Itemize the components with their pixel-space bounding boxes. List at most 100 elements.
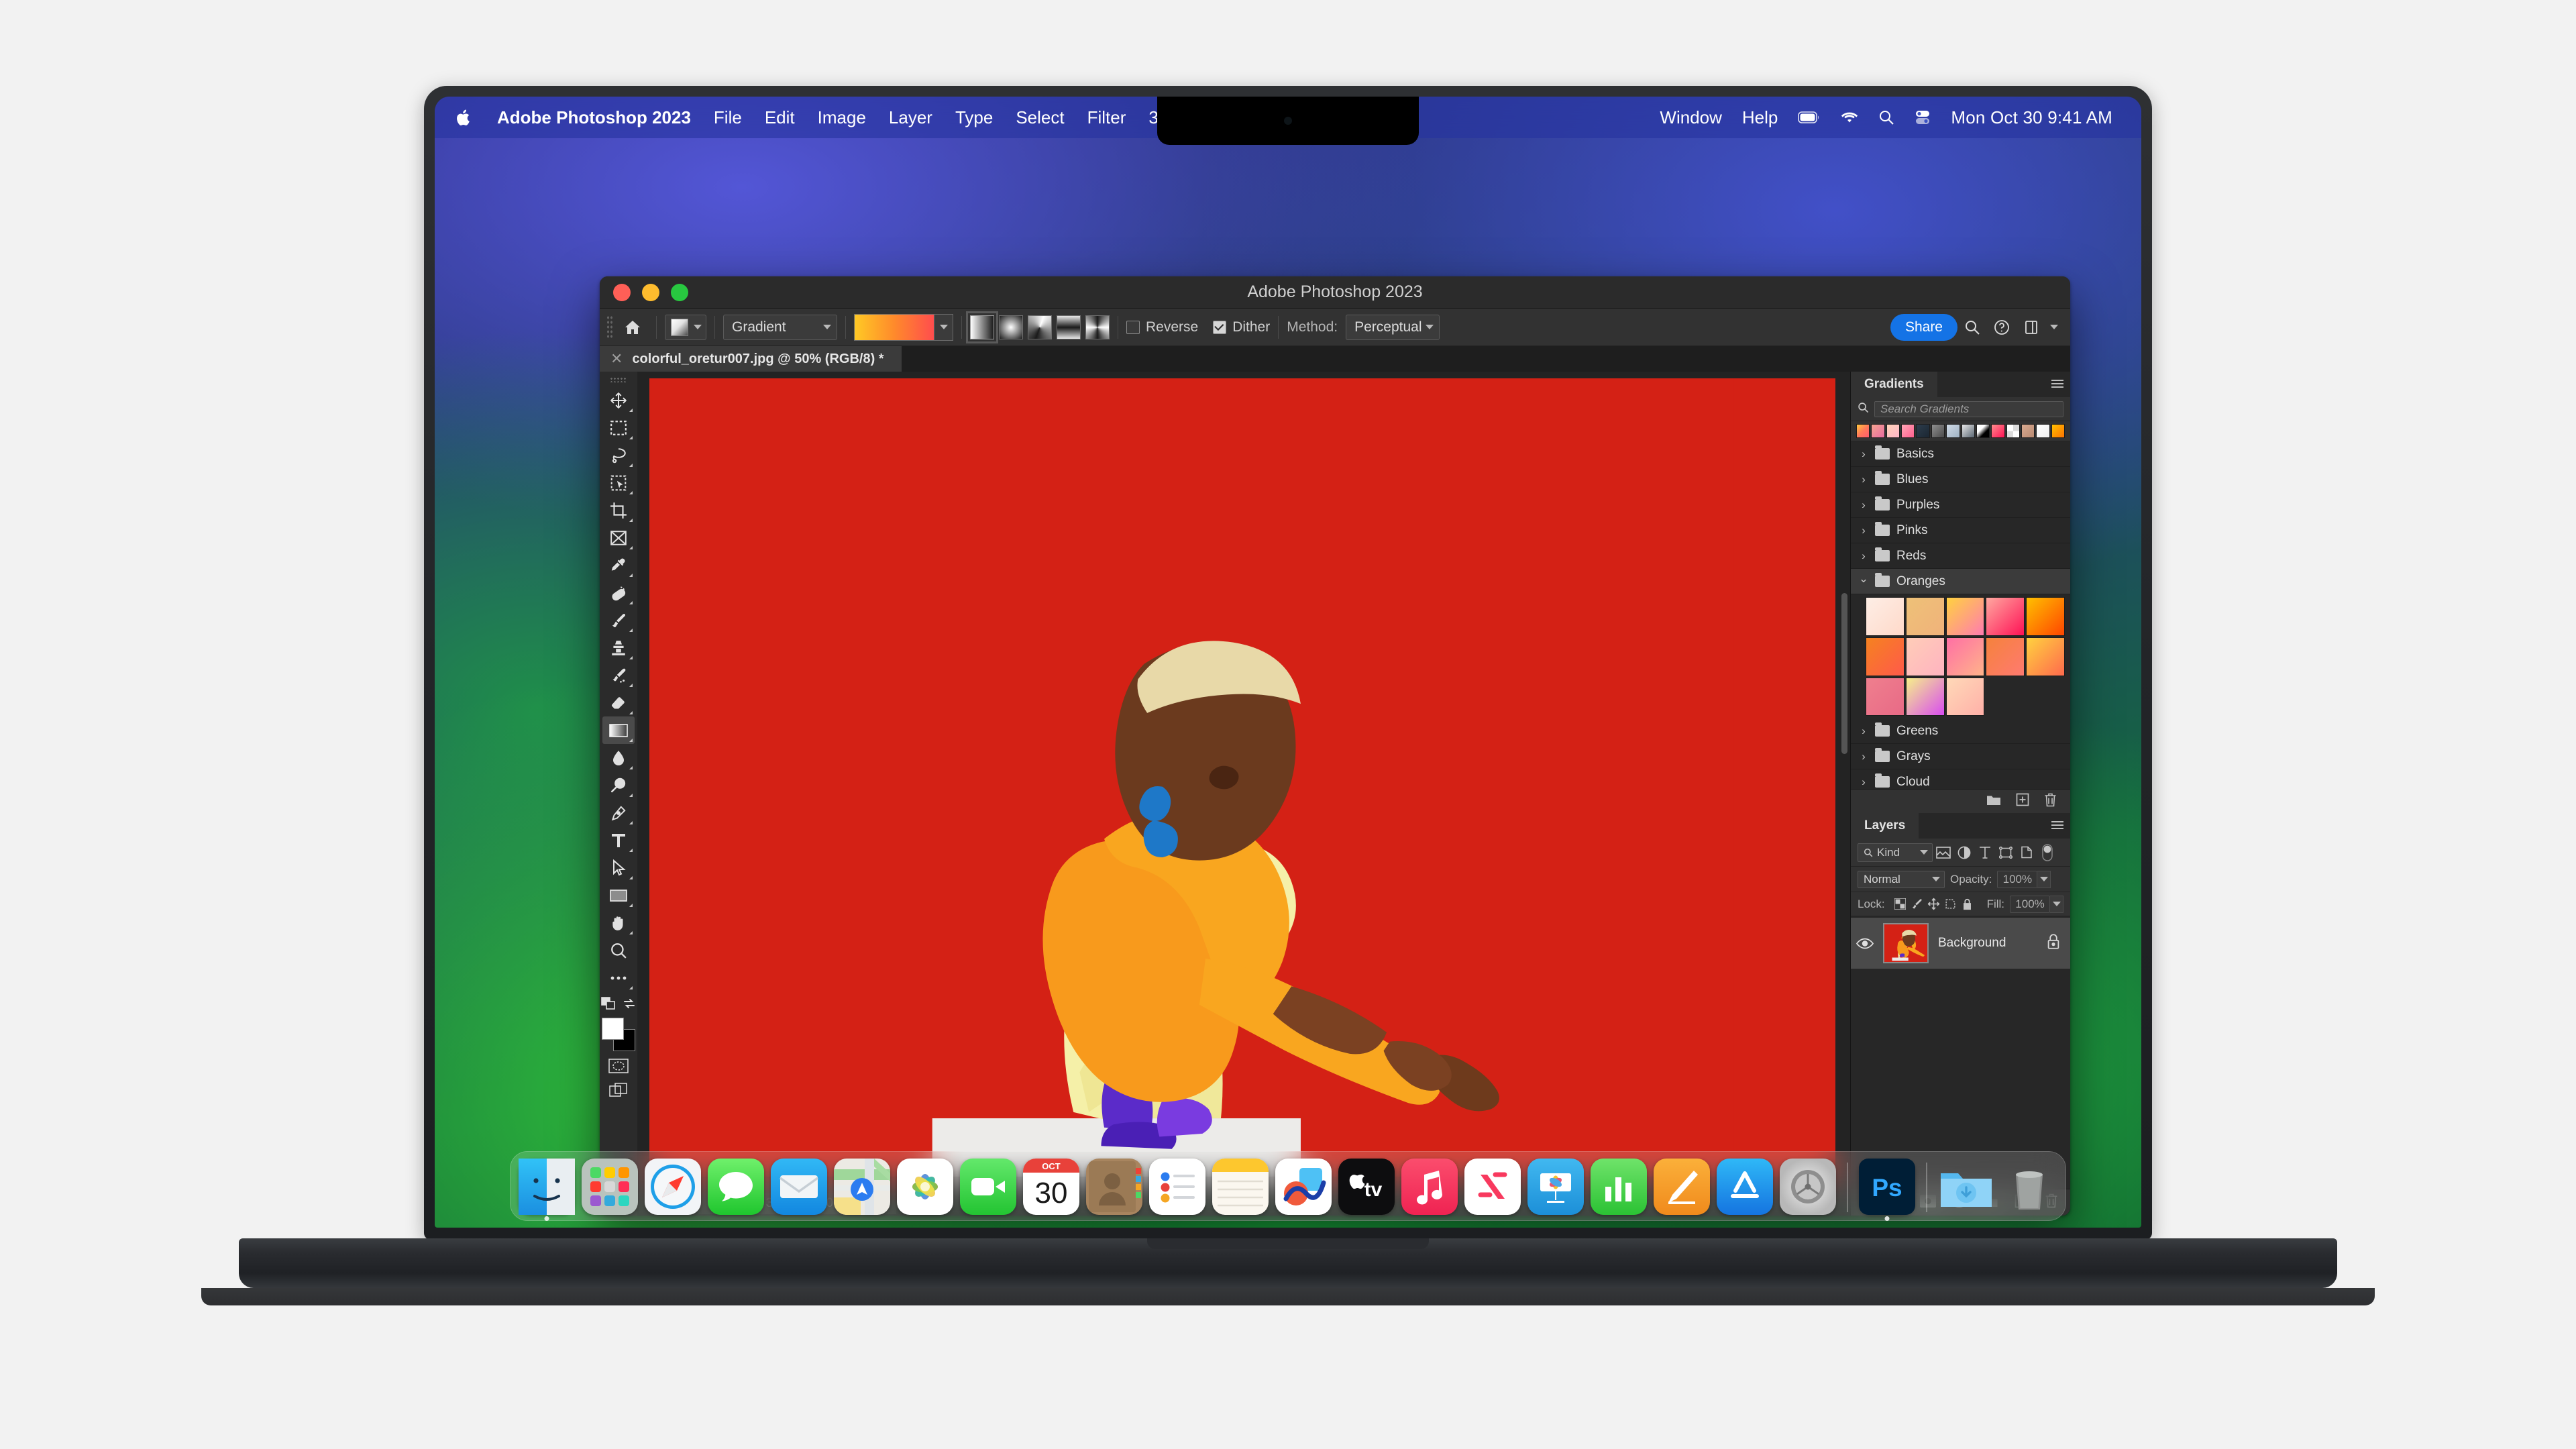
opacity-value[interactable]: 100%	[1997, 870, 2038, 888]
gradient-group-cloud[interactable]: › Cloud	[1851, 769, 2070, 789]
gradient-group-grays[interactable]: › Grays	[1851, 744, 2070, 770]
gradient-swatch[interactable]	[2026, 597, 2065, 636]
layer-kind-filter[interactable]: Kind	[1858, 843, 1933, 862]
screen-modes-icon[interactable]	[607, 1081, 630, 1099]
gradient-swatch[interactable]	[1945, 637, 1985, 676]
recent-gradient-swatch[interactable]	[1961, 424, 1975, 438]
dock-item-notes[interactable]	[1212, 1159, 1269, 1215]
lock-all-icon[interactable]	[1959, 894, 1976, 914]
magnifier-icon[interactable]	[602, 936, 635, 964]
opacity-stepper[interactable]	[2037, 870, 2051, 888]
layer-row-background[interactable]: Background	[1851, 918, 2070, 969]
menu-window[interactable]: Window	[1650, 109, 1731, 126]
recent-gradient-swatch[interactable]	[1871, 424, 1885, 438]
dock-item-mail[interactable]	[771, 1159, 827, 1215]
menu-edit[interactable]: Edit	[753, 109, 806, 126]
dock-item-appstore[interactable]	[1717, 1159, 1773, 1215]
dock-item-numbers[interactable]	[1591, 1159, 1647, 1215]
crop-icon[interactable]	[602, 496, 635, 524]
dock-item-trash[interactable]	[2001, 1159, 2057, 1215]
layer-thumbnail[interactable]	[1883, 923, 1929, 963]
gradient-swatch-picker[interactable]	[854, 313, 953, 341]
gradients-list[interactable]: › Basics › Blues › Purples › Pinks › Reds ⌄ Oranges…	[1851, 441, 2070, 789]
swap-colors-icon[interactable]	[623, 998, 636, 1013]
recent-gradient-swatch[interactable]	[1991, 424, 2005, 438]
healing-brush-icon[interactable]	[602, 579, 635, 606]
gradient-swatch[interactable]	[1986, 597, 2025, 636]
recent-gradient-swatch[interactable]	[2021, 424, 2035, 438]
dock-item-systemsettings[interactable]	[1780, 1159, 1836, 1215]
dock-item-freeform[interactable]	[1275, 1159, 1332, 1215]
recent-gradient-swatch[interactable]	[1976, 424, 1990, 438]
filter-toggle-icon[interactable]	[2037, 843, 2057, 863]
hand-icon[interactable]	[602, 909, 635, 936]
gradient-swatch[interactable]	[1905, 637, 1945, 676]
dock-item-photoshop[interactable]: Ps	[1859, 1159, 1915, 1221]
dock-item-messages[interactable]	[708, 1159, 764, 1215]
blend-mode-select[interactable]: Normal	[1858, 870, 1945, 888]
screen-mode-icon[interactable]	[601, 997, 616, 1014]
gradient-group-greens[interactable]: › Greens	[1851, 718, 2070, 745]
document-tab[interactable]: ✕ colorful_oretur007.jpg @ 50% (RGB/8) *	[600, 346, 902, 372]
method-select[interactable]: Perceptual	[1346, 314, 1440, 340]
dock-item-maps[interactable]	[834, 1159, 890, 1215]
menu-select[interactable]: Select	[1004, 109, 1075, 126]
lock-position-icon[interactable]	[1925, 894, 1942, 914]
search-icon[interactable]	[1868, 109, 1904, 125]
filter-type-icon[interactable]	[1974, 843, 1995, 863]
frame-icon[interactable]	[602, 524, 635, 551]
gradient-mode-select[interactable]: Gradient	[723, 314, 837, 340]
pen-icon[interactable]	[602, 799, 635, 826]
radial-gradient-icon[interactable]	[999, 315, 1023, 339]
gradient-group-blues[interactable]: › Blues	[1851, 467, 2070, 492]
brush-icon[interactable]	[602, 606, 635, 634]
dock-item-launchpad[interactable]	[582, 1159, 638, 1215]
recent-gradient-swatch[interactable]	[1946, 424, 1960, 438]
tools-grip[interactable]	[610, 377, 627, 382]
gradient-swatch[interactable]	[1945, 677, 1985, 716]
recent-gradient-swatch[interactable]	[1916, 424, 1930, 438]
gradient-group-basics[interactable]: › Basics	[1851, 441, 2070, 467]
new-group-icon[interactable]	[1986, 794, 2001, 809]
options-bar-grip[interactable]	[606, 315, 613, 339]
lock-icon[interactable]	[2046, 933, 2061, 953]
workspace-icon[interactable]	[2017, 314, 2046, 341]
home-icon[interactable]	[617, 314, 648, 341]
control-center-icon[interactable]	[1904, 109, 1941, 125]
gradient-group-oranges[interactable]: ⌄ Oranges	[1851, 569, 2070, 594]
quick-mask-icon[interactable]	[607, 1057, 630, 1075]
recent-gradient-swatch[interactable]	[2051, 424, 2065, 438]
ellipsis-icon[interactable]	[602, 964, 635, 991]
dock-item-pages[interactable]	[1654, 1159, 1710, 1215]
linear-gradient-icon[interactable]	[966, 311, 998, 343]
dock-item-safari[interactable]	[645, 1159, 701, 1215]
panel-menu-icon[interactable]	[2051, 380, 2063, 388]
reverse-checkbox[interactable]: Reverse	[1126, 319, 1198, 335]
gradient-swatch[interactable]	[1866, 597, 1904, 636]
rectangle-icon[interactable]	[602, 881, 635, 909]
fill-value[interactable]: 100%	[2010, 895, 2051, 913]
eyedropper-icon[interactable]	[602, 551, 635, 579]
gradient-swatch[interactable]	[1905, 677, 1945, 716]
gradient-group-pinks[interactable]: › Pinks	[1851, 518, 2070, 543]
dock-item-downloads[interactable]	[1938, 1159, 1994, 1215]
wifi-icon[interactable]	[1831, 111, 1868, 124]
path-arrow-icon[interactable]	[602, 854, 635, 881]
lock-image-icon[interactable]	[1909, 894, 1925, 914]
diamond-gradient-icon[interactable]	[1085, 315, 1110, 339]
eraser-icon[interactable]	[602, 689, 635, 716]
help-icon[interactable]	[1987, 314, 2017, 341]
chevron-down-icon[interactable]	[934, 314, 953, 340]
search-gradients-input[interactable]: Search Gradients	[1874, 400, 2063, 417]
gradient-swatch[interactable]	[1986, 637, 2025, 676]
tool-preset-picker[interactable]	[665, 314, 706, 340]
dock-item-contacts[interactable]	[1086, 1159, 1142, 1215]
recent-gradient-swatch[interactable]	[2036, 424, 2050, 438]
blur-drop-icon[interactable]	[602, 744, 635, 771]
layer-name[interactable]: Background	[1938, 936, 2037, 951]
recent-gradient-swatch[interactable]	[2006, 424, 2020, 438]
menu-layer[interactable]: Layer	[877, 109, 944, 126]
gradient-swatch[interactable]	[1945, 597, 1985, 636]
dither-checkbox[interactable]: Dither	[1213, 319, 1270, 335]
filter-smart-object-icon[interactable]	[2016, 843, 2037, 863]
